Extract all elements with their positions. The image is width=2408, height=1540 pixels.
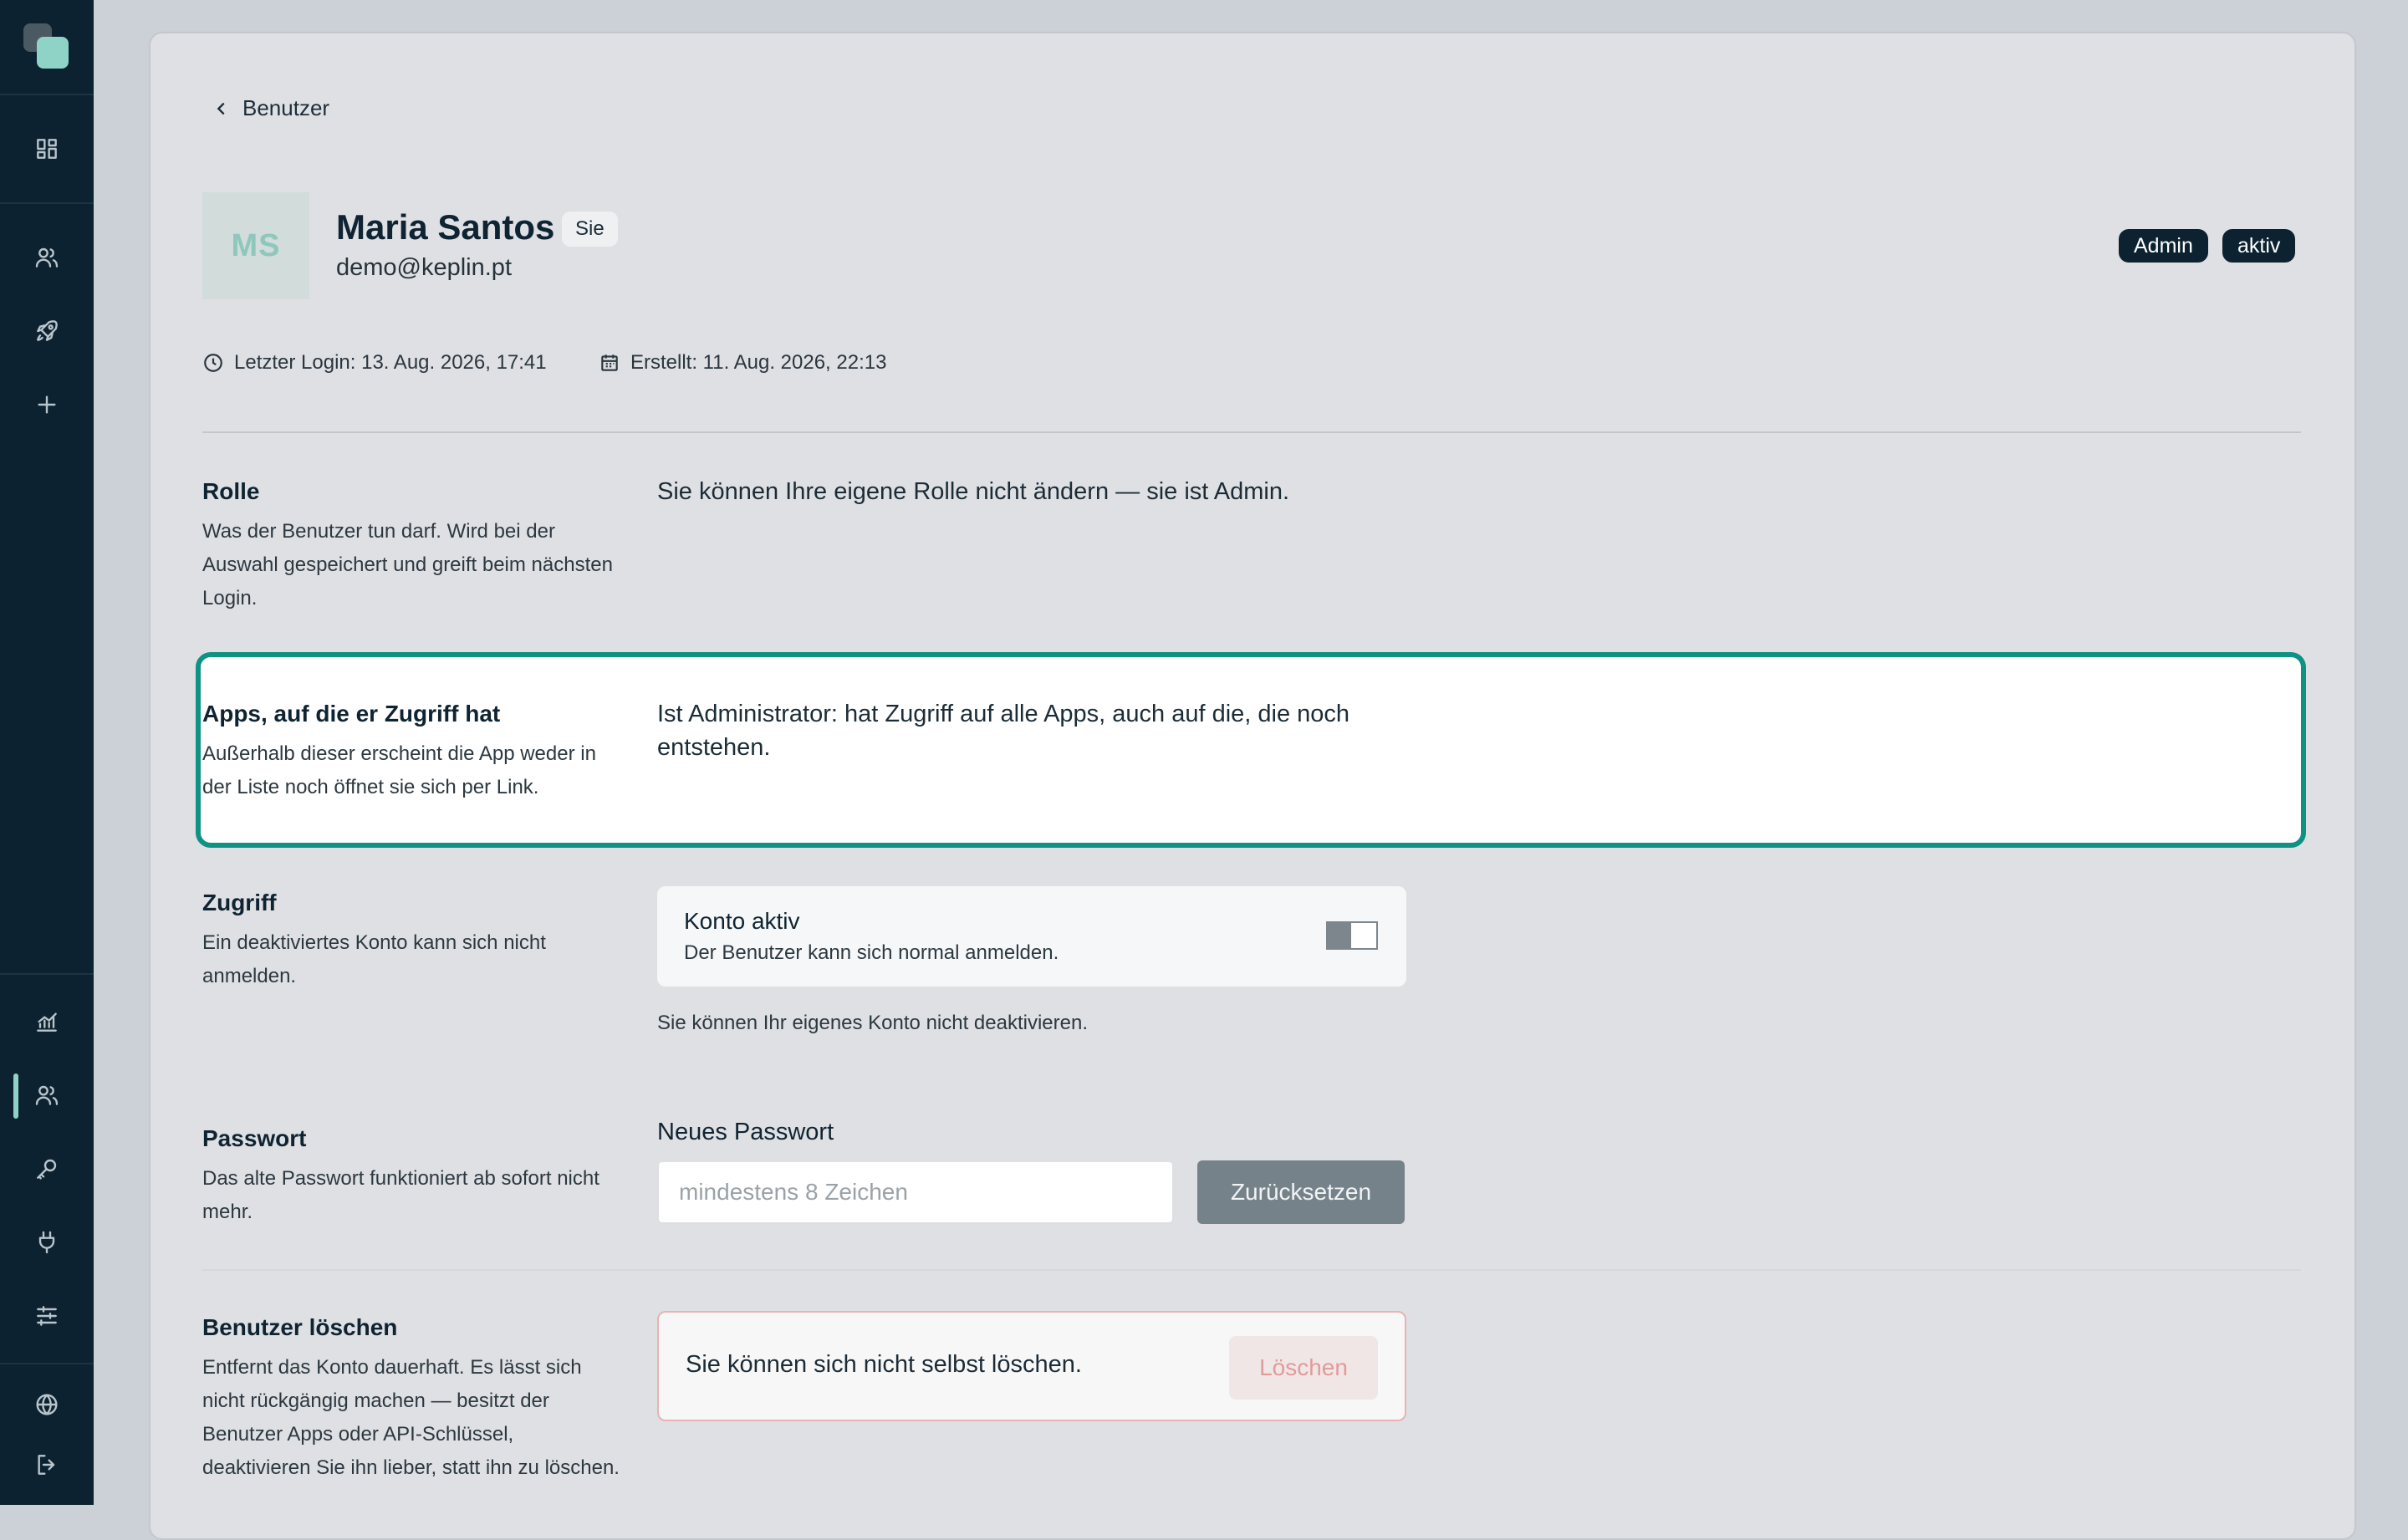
access-note: Sie können Ihr eigenes Konto nicht deakt… xyxy=(657,1012,1089,1034)
rocket-icon[interactable] xyxy=(30,314,64,348)
sidebar-divider xyxy=(0,973,94,975)
chevron-left-icon xyxy=(217,102,225,115)
you-badge: Sie xyxy=(562,212,618,247)
new-password-label: Neues Passwort xyxy=(657,1119,834,1145)
calendar-icon xyxy=(601,354,618,371)
user-name: Maria Santos xyxy=(336,207,555,247)
chart-icon[interactable] xyxy=(30,1005,64,1038)
delete-button[interactable]: Löschen xyxy=(1229,1336,1378,1400)
delete-message: Sie können sich nicht selbst löschen. xyxy=(686,1351,1082,1378)
account-active-card: Konto aktiv Der Benutzer kann sich norma… xyxy=(657,886,1406,987)
plug-icon[interactable] xyxy=(30,1226,64,1259)
section-desc-password: Das alte Passwort funktioniert ab sofort… xyxy=(202,1167,599,1223)
apps-value: Ist Administrator: hat Zugriff auf alle … xyxy=(657,701,1350,761)
account-active-toggle[interactable] xyxy=(1326,921,1378,950)
plus-icon[interactable] xyxy=(30,388,64,421)
app-logo[interactable] xyxy=(23,23,70,70)
users-icon[interactable] xyxy=(30,1079,64,1112)
divider xyxy=(202,431,2301,433)
section-desc-delete: Entfernt das Konto dauerhaft. Es lässt s… xyxy=(202,1356,620,1479)
back-link-label: Benutzer xyxy=(242,95,330,120)
role-badge: Admin xyxy=(2119,229,2208,263)
status-badge: aktiv xyxy=(2222,229,2296,263)
section-title-apps: Apps, auf die er Zugriff hat xyxy=(202,701,501,727)
sidebar xyxy=(0,0,94,1505)
role-value: Sie können Ihre eigene Rolle nicht änder… xyxy=(657,478,1290,505)
section-title-password: Passwort xyxy=(202,1125,307,1151)
avatar: MS xyxy=(202,192,309,299)
account-active-title: Konto aktiv xyxy=(684,908,800,934)
section-title-role: Rolle xyxy=(202,478,260,504)
key-icon[interactable] xyxy=(30,1152,64,1186)
users-icon[interactable] xyxy=(30,241,64,274)
globe-icon[interactable] xyxy=(30,1388,64,1421)
section-desc-apps: Außerhalb dieser erscheint die App weder… xyxy=(202,742,596,798)
logout-icon[interactable] xyxy=(30,1448,64,1481)
clock-icon xyxy=(204,354,222,372)
divider xyxy=(202,1269,2301,1271)
section-desc-role: Was der Benutzer tun darf. Wird bei der … xyxy=(202,520,613,609)
user-email: demo@keplin.pt xyxy=(336,254,512,281)
sidebar-divider xyxy=(0,1363,94,1364)
back-link[interactable]: Benutzer xyxy=(212,95,329,121)
created-text: Erstellt: 11. Aug. 2026, 22:13 xyxy=(630,351,887,374)
sidebar-divider xyxy=(0,202,94,204)
section-title-access: Zugriff xyxy=(202,890,277,915)
sidebar-divider xyxy=(0,94,94,95)
last-login-text: Letzter Login: 13. Aug. 2026, 17:41 xyxy=(234,351,547,374)
section-desc-access: Ein deaktiviertes Konto kann sich nicht … xyxy=(202,931,546,987)
reset-password-button[interactable]: Zurücksetzen xyxy=(1197,1160,1405,1224)
section-title-delete: Benutzer löschen xyxy=(202,1314,398,1340)
created-date: Erstellt: 11. Aug. 2026, 22:13 xyxy=(599,351,886,375)
last-login: Letzter Login: 13. Aug. 2026, 17:41 xyxy=(202,351,547,375)
sliders-icon[interactable] xyxy=(30,1299,64,1333)
new-password-input[interactable] xyxy=(657,1160,1174,1224)
active-indicator xyxy=(13,1073,18,1119)
dashboard-icon[interactable] xyxy=(30,132,64,166)
account-active-subtitle: Der Benutzer kann sich normal anmelden. xyxy=(684,941,1059,964)
delete-user-card: Sie können sich nicht selbst löschen. Lö… xyxy=(657,1311,1406,1421)
